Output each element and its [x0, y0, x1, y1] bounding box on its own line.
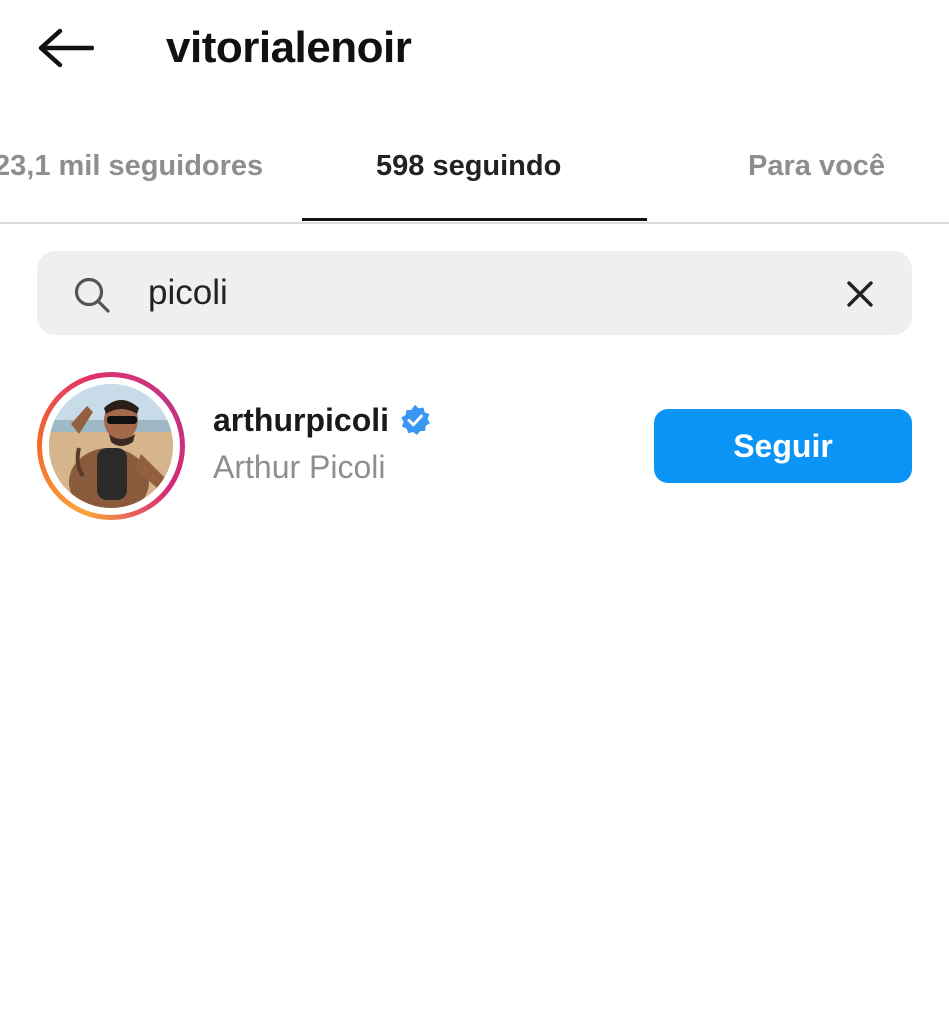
active-tab-indicator	[302, 218, 647, 221]
search-icon	[74, 277, 110, 313]
tab-followers[interactable]: 23,1 mil seguidores	[0, 146, 263, 186]
follow-button[interactable]: Seguir	[654, 409, 912, 483]
avatar	[49, 384, 173, 508]
tab-following[interactable]: 598 seguindo	[376, 146, 561, 186]
tab-for-you[interactable]: Para você	[748, 146, 885, 186]
verified-badge-icon	[401, 404, 430, 435]
tab-bar: 23,1 mil seguidores 598 seguindo Para vo…	[0, 120, 949, 224]
avatar-story-ring[interactable]	[37, 372, 185, 520]
username[interactable]: arthurpicoli	[213, 400, 389, 440]
close-icon	[847, 281, 873, 307]
search-input[interactable]	[148, 268, 808, 318]
top-bar: vitorialenoir	[0, 0, 949, 100]
username-line: arthurpicoli	[213, 400, 431, 440]
arrow-left-icon	[38, 28, 94, 68]
back-button[interactable]	[30, 20, 100, 76]
clear-search-button[interactable]	[836, 270, 884, 318]
list-item[interactable]: arthurpicoli Arthur Picoli Seguir	[0, 366, 949, 526]
full-name: Arthur Picoli	[213, 449, 386, 485]
page-title: vitorialenoir	[166, 23, 412, 72]
